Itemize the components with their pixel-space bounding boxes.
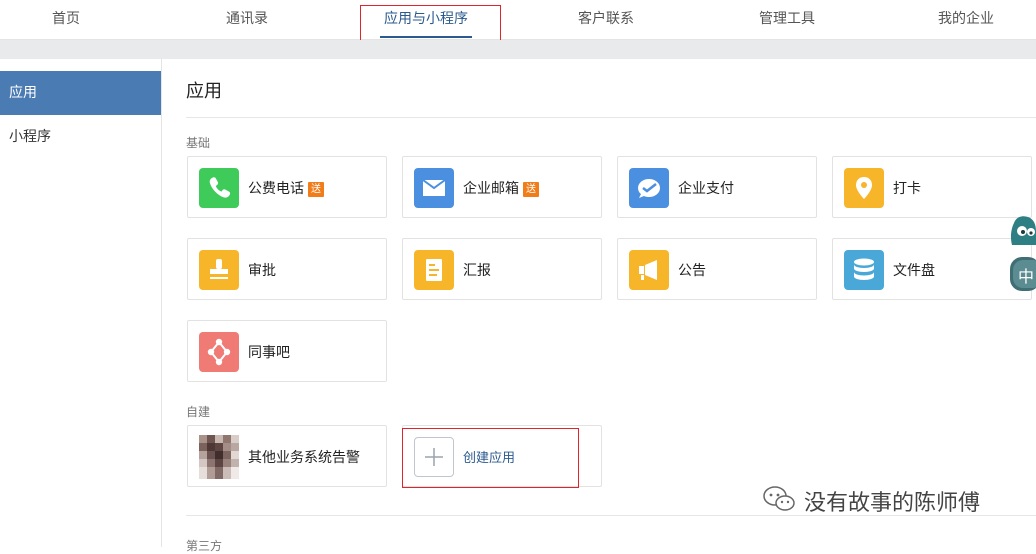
tab-home[interactable]: 首页 xyxy=(36,0,96,40)
app-card-colleague-forum[interactable]: 同事吧 xyxy=(187,320,387,382)
gift-badge: 送 xyxy=(523,182,539,197)
app-card-enterprise-payment[interactable]: 企业支付 xyxy=(617,156,817,218)
app-card-public-phone[interactable]: 公费电话送 xyxy=(187,156,387,218)
report-doc-icon xyxy=(414,250,454,290)
title-divider xyxy=(186,117,1036,118)
app-card-enterprise-mail[interactable]: 企业邮箱送 xyxy=(402,156,602,218)
app-card-approval[interactable]: 审批 xyxy=(187,238,387,300)
sidebar-item-miniprograms[interactable]: 小程序 xyxy=(0,115,161,159)
payment-icon xyxy=(629,168,669,208)
app-name: 其他业务系统告警 xyxy=(248,450,360,466)
app-name: 同事吧 xyxy=(248,345,290,361)
watermark: 没有故事的陈师傅 xyxy=(762,486,980,516)
tab-my-enterprise[interactable]: 我的企业 xyxy=(930,0,1002,40)
app-name: 审批 xyxy=(248,263,276,279)
section-label-basic: 基础 xyxy=(186,136,211,150)
tab-contacts[interactable]: 通讯录 xyxy=(214,0,280,40)
app-name: 汇报 xyxy=(463,263,491,279)
app-card-report[interactable]: 汇报 xyxy=(402,238,602,300)
app-name: 公费电话 xyxy=(248,181,304,197)
sidebar: 应用 小程序 xyxy=(0,59,162,547)
tab-apps-miniprograms[interactable]: 应用与小程序 xyxy=(380,0,472,40)
top-navigation: 首页 通讯录 应用与小程序 客户联系 管理工具 我的企业 xyxy=(0,0,1036,40)
active-tab-underline xyxy=(380,36,472,38)
tab-apps-miniprograms-label: 应用与小程序 xyxy=(384,11,468,27)
tab-management-tools[interactable]: 管理工具 xyxy=(752,0,822,40)
watermark-text: 没有故事的陈师傅 xyxy=(804,491,981,516)
sidebar-item-apps[interactable]: 应用 xyxy=(0,71,161,115)
stamp-icon xyxy=(199,250,239,290)
pixelated-avatar xyxy=(199,435,239,479)
app-card-check-in[interactable]: 打卡 xyxy=(832,156,1032,218)
mail-icon xyxy=(414,168,454,208)
database-icon xyxy=(844,250,884,290)
create-app-button[interactable]: 创建应用 xyxy=(402,425,602,487)
network-icon xyxy=(199,332,239,372)
floating-language-widget[interactable]: 中 xyxy=(1006,205,1036,295)
section-label-third-party: 第三方 xyxy=(186,539,223,553)
app-card-announcement[interactable]: 公告 xyxy=(617,238,817,300)
app-card-business-alert[interactable]: 其他业务系统告警 xyxy=(187,425,387,487)
app-name: 打卡 xyxy=(893,181,921,197)
app-name: 企业支付 xyxy=(678,181,734,197)
section-label-custom: 自建 xyxy=(186,405,211,419)
app-name: 企业邮箱 xyxy=(463,181,519,197)
app-name: 公告 xyxy=(678,263,706,279)
app-name: 文件盘 xyxy=(893,263,935,279)
location-pin-icon xyxy=(844,168,884,208)
wechat-icon xyxy=(762,485,796,517)
gift-badge: 送 xyxy=(308,182,324,197)
phone-icon xyxy=(199,168,239,208)
plus-icon xyxy=(414,437,454,477)
page-title: 应用 xyxy=(186,81,222,102)
floater-label: 中 xyxy=(1018,267,1035,286)
header-separator-bar xyxy=(0,40,1036,59)
megaphone-icon xyxy=(629,250,669,290)
app-label: 公费电话送 xyxy=(248,178,324,198)
app-label: 企业邮箱送 xyxy=(463,178,539,198)
app-card-file-drive[interactable]: 文件盘 xyxy=(832,238,1032,300)
main-content: 应用 基础 公费电话送 企业邮箱送 企业支付 打卡 审批 汇报 公告 文件盘 同… xyxy=(162,59,1036,553)
tab-customer-contact[interactable]: 客户联系 xyxy=(570,0,642,40)
create-app-label: 创建应用 xyxy=(463,451,516,466)
